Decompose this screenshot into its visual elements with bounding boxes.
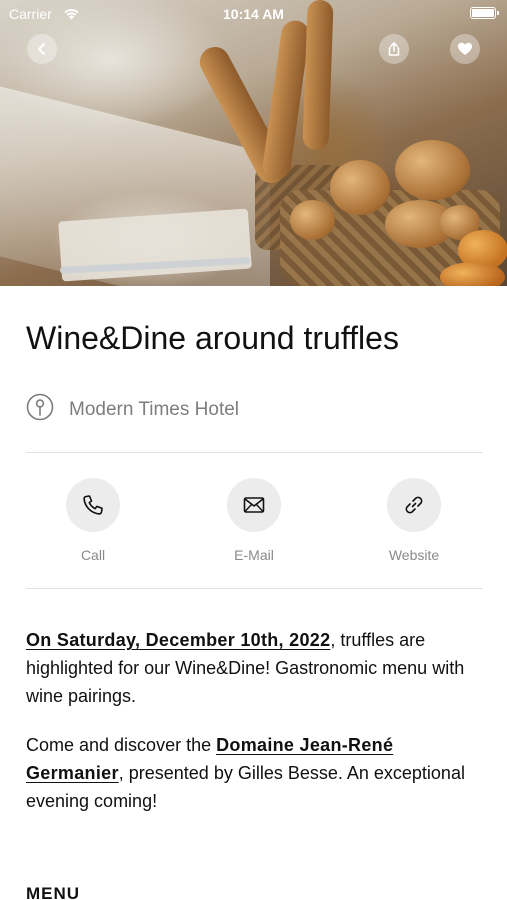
email-label: E-Mail xyxy=(234,547,274,563)
share-button[interactable] xyxy=(379,34,409,64)
venue-row[interactable]: Modern Times Hotel xyxy=(26,393,239,426)
event-title: Wine&Dine around truffles xyxy=(26,320,399,356)
description-paragraph-1: On Saturday, December 10th, 2022, truffl… xyxy=(26,626,486,710)
back-button[interactable] xyxy=(27,34,57,64)
status-bar: Carrier 10:14 AM xyxy=(0,0,507,28)
email-button[interactable]: E-Mail xyxy=(204,478,304,563)
website-label: Website xyxy=(388,547,440,563)
heart-icon xyxy=(458,42,472,55)
mail-icon xyxy=(243,497,265,513)
website-button[interactable]: Website xyxy=(364,478,464,563)
share-icon xyxy=(388,42,400,56)
contact-actions: Call E-Mail Website xyxy=(26,478,483,568)
location-pin-icon xyxy=(26,393,54,426)
divider xyxy=(26,452,483,453)
clock: 10:14 AM xyxy=(223,6,284,22)
battery-icon xyxy=(470,7,499,19)
link-icon xyxy=(405,496,423,514)
menu-heading: MENU xyxy=(26,884,81,900)
favorite-button[interactable] xyxy=(450,34,480,64)
divider xyxy=(26,588,483,589)
venue-name: Modern Times Hotel xyxy=(69,398,240,420)
call-label: Call xyxy=(80,547,106,563)
hero-image xyxy=(0,0,507,286)
phone-icon xyxy=(83,495,103,515)
description-prefix-2: Come and discover the xyxy=(26,735,217,755)
date-link[interactable]: On Saturday, December 10th, 2022 xyxy=(26,630,330,650)
description-paragraph-2: Come and discover the Domaine Jean-René … xyxy=(26,731,486,815)
call-button[interactable]: Call xyxy=(43,478,143,563)
chevron-left-icon xyxy=(38,43,45,55)
